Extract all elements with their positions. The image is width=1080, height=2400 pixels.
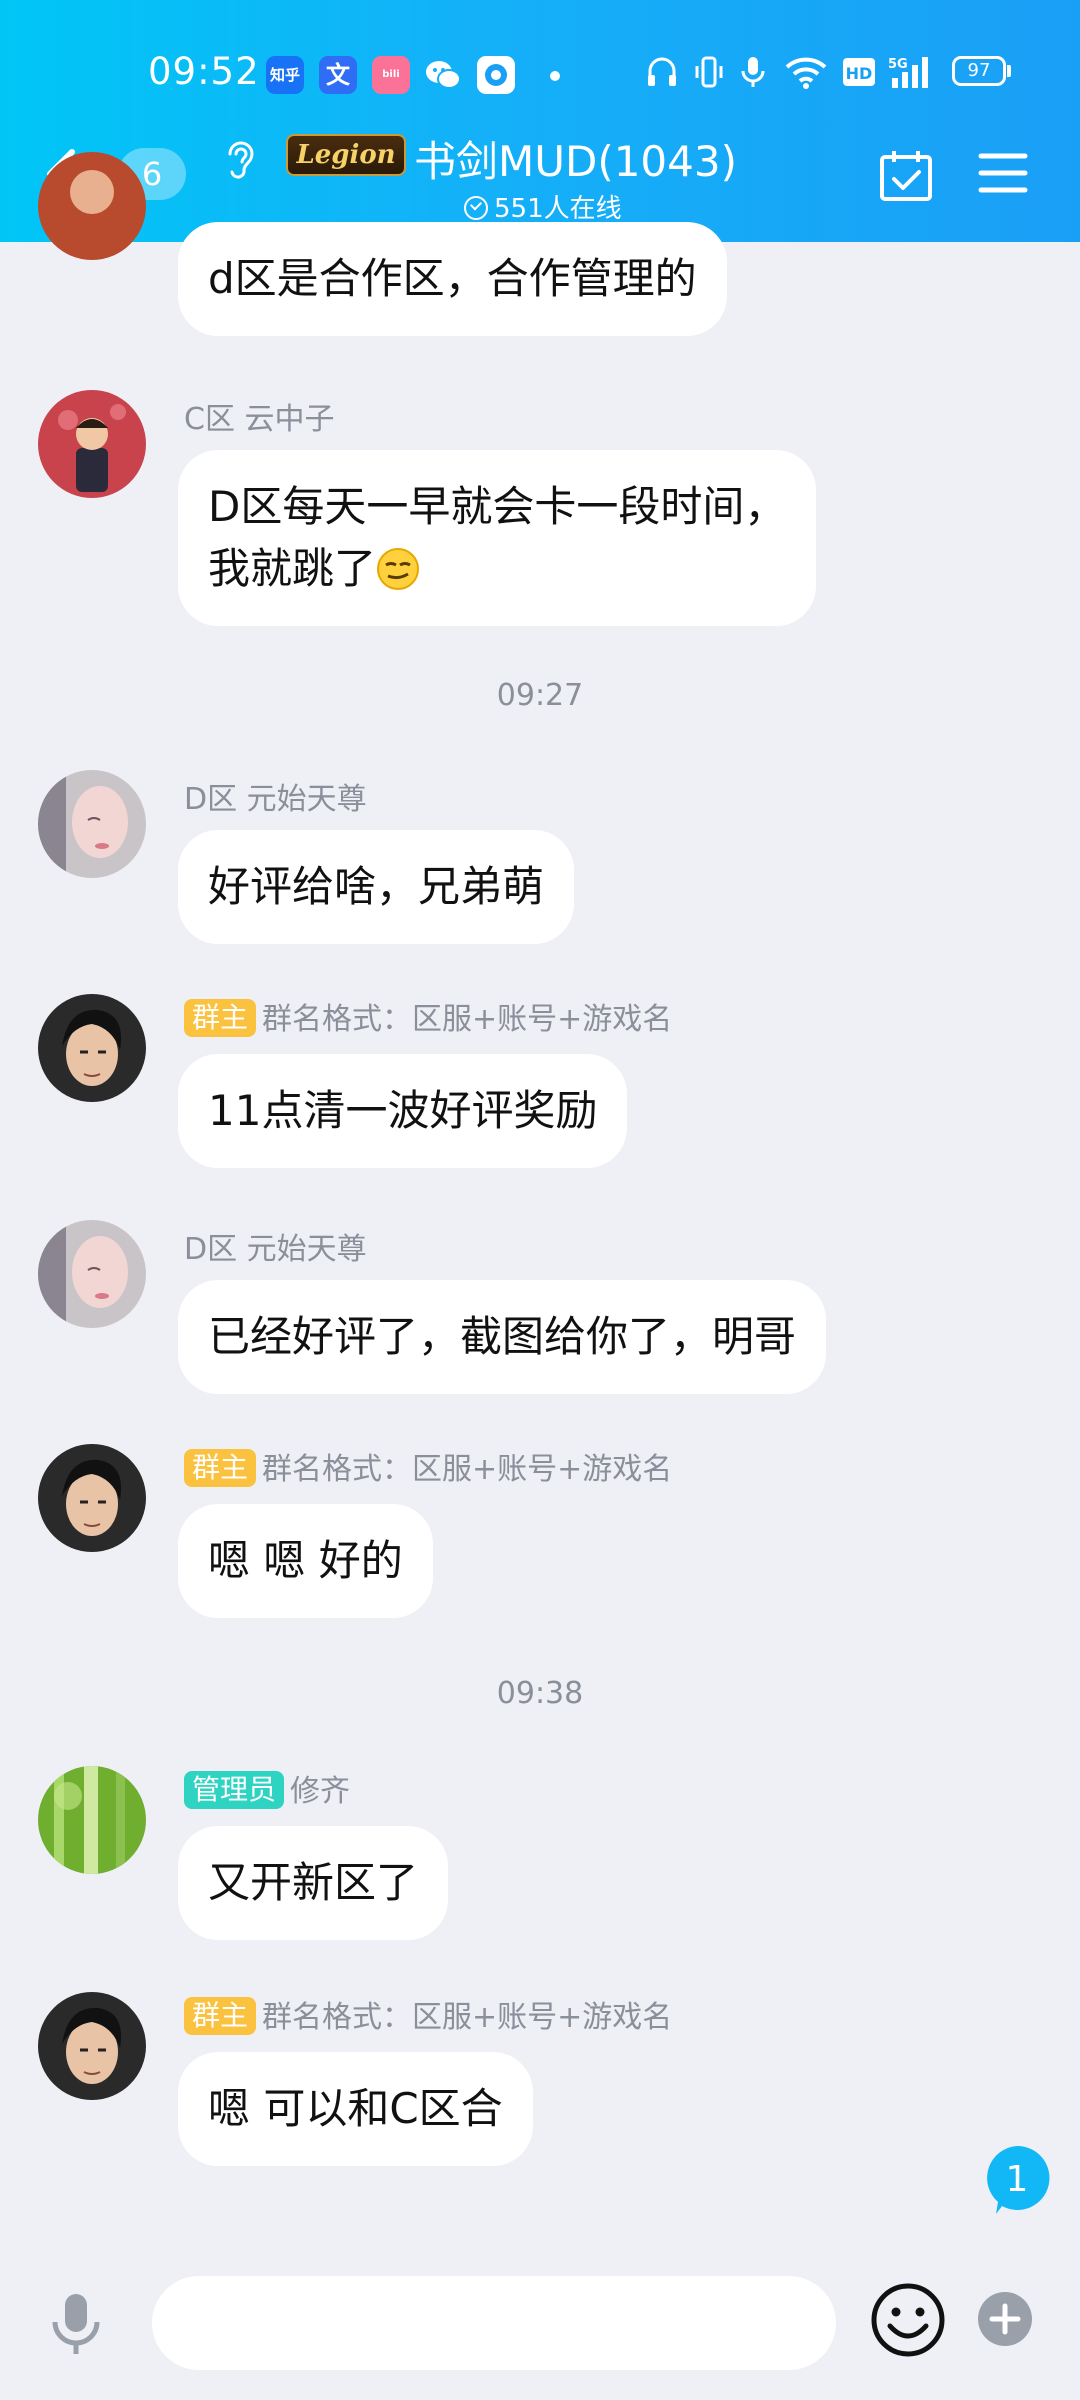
avatar[interactable] [38,770,146,878]
message-bubble[interactable]: D区每天一早就会卡一段时间， 我就跳了 [178,450,817,626]
online-count[interactable]: 551人在线 [464,188,622,225]
signal-5g-icon: 5G [888,57,928,88]
online-count-text: 551人在线 [494,194,622,224]
notification-dot-icon [550,71,560,81]
message-text: D区每天一早就会卡一段时间， [208,482,787,531]
message-text: 又开新区了 [208,1858,419,1907]
wechat-app-icon [424,56,462,94]
input-bar [0,2240,1080,2400]
battery-indicator: 97 [952,56,1011,86]
sender-name[interactable]: 群主 群名格式：区服+账号+游戏名 [184,994,672,1038]
emoji-button[interactable] [870,2282,946,2358]
avatar[interactable] [38,1766,146,1874]
group-logo: Legion [286,134,406,176]
ear-icon[interactable] [222,136,258,184]
message-bubble[interactable]: 又开新区了 [178,1826,449,1940]
sender-name[interactable]: 管理员 修齐 [184,1766,350,1810]
timestamp: 09:38 [496,1676,584,1711]
sender-name-text: C区 云中子 [184,402,335,437]
sender-name-text: 群名格式：区服+账号+游戏名 [262,2000,673,2035]
timestamp: 09:27 [496,678,584,713]
message-list[interactable]: d区是合作区，合作管理的 C区 云中子 D区每天一早就会卡一段时间， 我就跳了 [0,152,1080,2242]
message-bubble[interactable]: 嗯 可以和C区合 [178,2052,533,2166]
headphones-icon [648,57,676,86]
message-text: d区是合作区，合作管理的 [208,254,697,303]
new-message-badge[interactable]: 1 [980,2142,1054,2216]
avatar[interactable] [38,152,146,260]
calendar-check-button[interactable] [878,148,934,202]
message-text: 11点清一波好评奖励 [208,1086,598,1135]
sender-name-text: D区 元始天尊 [184,1232,367,1267]
owner-tag: 群主 [184,999,257,1037]
avatar[interactable] [38,1220,146,1328]
plus-button[interactable] [976,2290,1034,2348]
sender-name[interactable]: C区 云中子 [184,394,334,438]
admin-tag: 管理员 [184,1771,285,1809]
microphone-status-icon [741,57,765,87]
bilibili-app-icon: bili [372,56,410,94]
smirk-emoji-icon [377,548,420,590]
online-check-icon [464,196,488,220]
sender-name-text: 群名格式：区服+账号+游戏名 [262,1002,673,1037]
message-bubble[interactable]: 好评给啥，兄弟萌 [178,830,575,944]
avatar[interactable] [38,390,146,498]
microphone-button[interactable] [48,2292,104,2356]
group-title[interactable]: 书剑MUD(1043) [414,128,737,189]
menu-button[interactable] [978,150,1028,196]
translate-app-icon: 文 [319,56,357,94]
message-bubble[interactable]: 已经好评了，截图给你了，明哥 [178,1280,827,1394]
sender-name[interactable]: 群主 群名格式：区服+账号+游戏名 [184,1444,672,1488]
qq-app-icon [477,56,515,94]
sender-name-text: D区 元始天尊 [184,782,367,817]
message-text: 好评给啥，兄弟萌 [208,862,545,911]
sender-name[interactable]: 群主 群名格式：区服+账号+游戏名 [184,1992,672,2036]
hd-icon: HD [843,58,875,86]
vibrate-icon [695,56,723,88]
status-bar: 09:52 知乎 文 bili HD 5G 97 [0,42,1080,102]
zhihu-app-icon: 知乎 [266,56,304,94]
svg-text:5G: 5G [888,57,908,72]
svg-text:HD: HD [846,64,873,83]
sender-name[interactable]: D区 元始天尊 [184,774,367,818]
message-text: 我就跳了 [208,544,377,593]
message-bubble[interactable]: 嗯 嗯 好的 [178,1504,433,1618]
avatar[interactable] [38,1992,146,2100]
wifi-icon [785,57,827,89]
avatar[interactable] [38,1444,146,1552]
avatar[interactable] [38,994,146,1102]
message-text-line2: 我就跳了 [208,538,786,600]
sender-name-text: 修齐 [290,1774,351,1809]
new-message-count: 1 [1006,2159,1029,2200]
owner-tag: 群主 [184,1997,257,2035]
message-input[interactable] [152,2276,836,2370]
owner-tag: 群主 [184,1449,257,1487]
message-bubble[interactable]: 11点清一波好评奖励 [178,1054,628,1168]
chat-header: 09:52 知乎 文 bili HD 5G 97 6 Legion 书剑MUD(… [0,0,1080,242]
message-text: 嗯 嗯 好的 [208,1536,403,1585]
message-text: 已经好评了，截图给你了，明哥 [208,1312,797,1361]
message-bubble[interactable]: d区是合作区，合作管理的 [178,222,727,336]
message-text: 嗯 可以和C区合 [208,2084,503,2133]
sender-name[interactable]: D区 元始天尊 [184,1224,367,1268]
status-time: 09:52 [148,50,260,93]
sender-name-text: 群名格式：区服+账号+游戏名 [262,1452,673,1487]
